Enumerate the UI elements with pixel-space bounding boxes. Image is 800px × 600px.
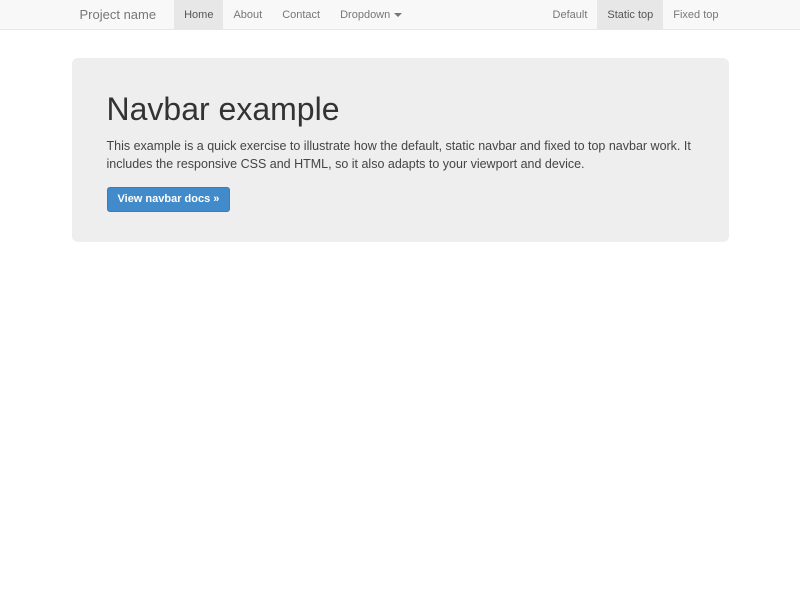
- nav-item-home-label: Home: [184, 9, 213, 21]
- nav-item-static-top-label: Static top: [607, 9, 653, 21]
- view-navbar-docs-button[interactable]: View navbar docs »: [107, 187, 231, 211]
- navbar-brand[interactable]: Project name: [72, 0, 165, 29]
- nav-item-about-label: About: [233, 9, 262, 21]
- nav-item-dropdown[interactable]: Dropdown: [330, 0, 412, 29]
- nav-item-contact[interactable]: Contact: [272, 0, 330, 29]
- nav-item-home[interactable]: Home: [174, 0, 223, 29]
- jumbotron: Navbar example This example is a quick e…: [72, 58, 729, 242]
- caret-down-icon: [394, 13, 402, 17]
- nav-item-dropdown-label: Dropdown: [340, 9, 390, 21]
- navbar-right-nav: Default Static top Fixed top: [543, 0, 729, 29]
- nav-item-fixed-top[interactable]: Fixed top: [663, 0, 728, 29]
- nav-item-default[interactable]: Default: [543, 0, 598, 29]
- navbar: Project name Home About Contact Dropdown…: [0, 0, 800, 30]
- nav-item-fixed-top-label: Fixed top: [673, 9, 718, 21]
- nav-item-about[interactable]: About: [223, 0, 272, 29]
- navbar-container: Project name Home About Contact Dropdown…: [72, 0, 729, 29]
- main-container: Navbar example This example is a quick e…: [72, 58, 729, 242]
- page-title: Navbar example: [107, 92, 694, 127]
- navbar-left-nav: Home About Contact Dropdown: [174, 0, 412, 29]
- nav-item-default-label: Default: [553, 9, 588, 21]
- nav-item-static-top[interactable]: Static top: [597, 0, 663, 29]
- nav-item-contact-label: Contact: [282, 9, 320, 21]
- page-description: This example is a quick exercise to illu…: [107, 137, 694, 173]
